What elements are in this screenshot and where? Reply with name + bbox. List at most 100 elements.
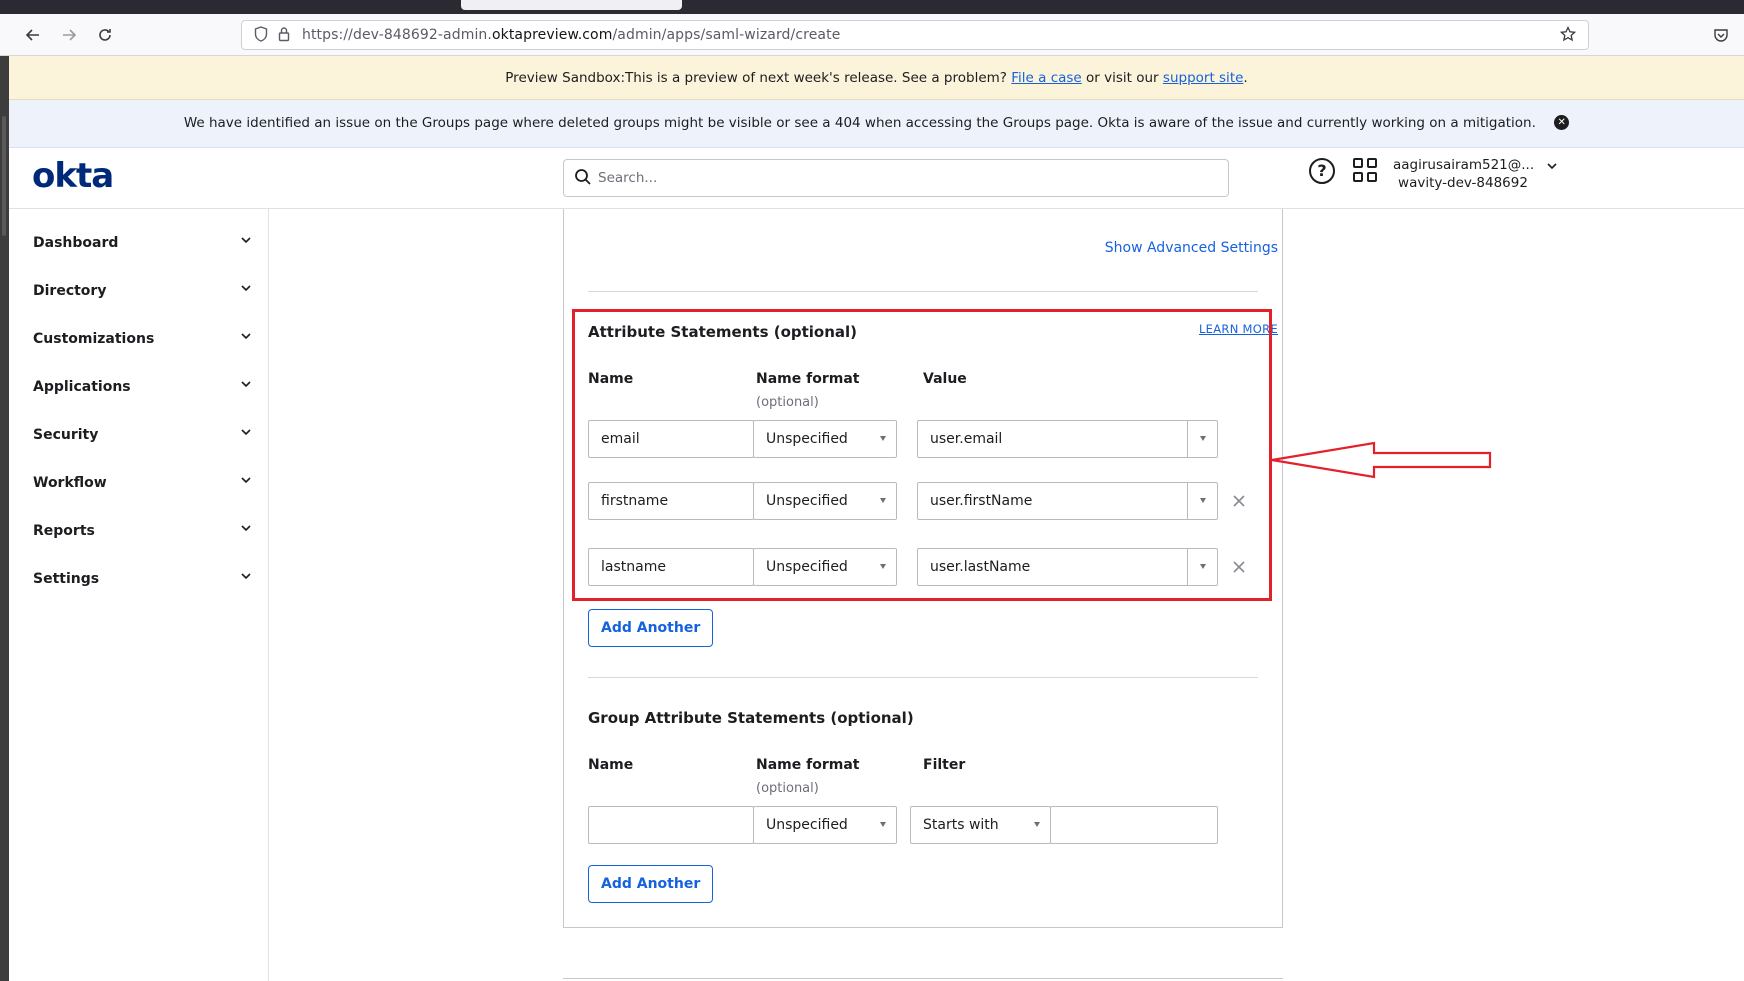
column-header-name: Name (588, 371, 634, 387)
select-value: Unspecified (766, 493, 848, 509)
attribute-name-input[interactable] (588, 482, 754, 520)
chevron-down-icon (241, 381, 251, 388)
chevron-down-icon (241, 429, 251, 436)
sidebar-item-security[interactable]: Security (33, 421, 253, 451)
saml-settings-card: Show Advanced Settings Attribute Stateme… (563, 209, 1283, 928)
attribute-value-combobox[interactable]: user.lastName (917, 548, 1218, 586)
chevron-down-icon (241, 333, 251, 340)
lock-icon[interactable] (278, 26, 290, 46)
column-header-name-format: Name format (756, 371, 860, 387)
column-header-value: Value (923, 371, 967, 387)
sidebar-item-customizations[interactable]: Customizations (33, 325, 253, 355)
user-menu[interactable]: aagirusairam521@... wavity-dev-848692 (1393, 156, 1535, 192)
sidebar-item-label: Security (33, 427, 99, 443)
column-header-optional: (optional) (756, 781, 819, 796)
reload-icon[interactable] (92, 22, 118, 48)
divider (588, 291, 1258, 292)
caret-down-icon (880, 564, 886, 569)
pocket-icon[interactable] (1708, 22, 1734, 48)
sidebar-item-workflow[interactable]: Workflow (33, 469, 253, 499)
back-arrow-icon[interactable] (20, 22, 46, 48)
column-header-filter: Filter (923, 757, 966, 773)
app-header: okta ? aagirusairam521@... wavity-dev-84… (9, 148, 1744, 209)
search-input[interactable] (598, 165, 1198, 191)
combobox-value: user.email (930, 431, 1003, 447)
forward-arrow-icon[interactable] (56, 22, 82, 48)
chevron-down-icon (241, 285, 251, 292)
dropdown-toggle-button[interactable] (1187, 549, 1217, 585)
sidebar-item-applications[interactable]: Applications (33, 373, 253, 403)
preview-banner-middle: or visit our (1086, 70, 1159, 86)
remove-row-icon[interactable] (1232, 494, 1246, 508)
issue-banner: We have identified an issue on the Group… (9, 100, 1744, 148)
file-a-case-link[interactable]: File a case (1011, 70, 1081, 86)
preview-sandbox-banner: Preview Sandbox:This is a preview of nex… (9, 56, 1744, 100)
dropdown-toggle-button[interactable] (1187, 421, 1217, 457)
sidebar-item-label: Applications (33, 379, 131, 395)
combobox-value: user.firstName (930, 493, 1033, 509)
attribute-name-input[interactable] (588, 420, 754, 458)
name-format-select[interactable]: Unspecified (753, 420, 897, 458)
sidebar-item-label: Workflow (33, 475, 107, 491)
divider (588, 677, 1258, 678)
column-header-name: Name (588, 757, 634, 773)
chevron-down-icon (241, 237, 251, 244)
browser-toolbar: https://dev-848692-admin.oktapreview.com… (0, 14, 1744, 56)
search-box[interactable] (563, 159, 1229, 197)
select-value: Unspecified (766, 559, 848, 575)
chevron-down-icon (241, 573, 251, 580)
caret-down-icon (1200, 498, 1206, 503)
chevron-down-icon[interactable] (1546, 160, 1558, 176)
caret-down-icon (1034, 822, 1040, 827)
caret-down-icon (880, 822, 886, 827)
add-another-attribute-button[interactable]: Add Another (588, 609, 714, 647)
user-email: aagirusairam521@... (1393, 157, 1535, 173)
attribute-value-combobox[interactable]: user.firstName (917, 482, 1218, 520)
caret-down-icon (1200, 564, 1206, 569)
browser-active-tab[interactable] (461, 0, 682, 10)
annotation-arrow-icon (1271, 441, 1492, 479)
support-site-link[interactable]: support site (1163, 70, 1244, 86)
select-value: Unspecified (766, 817, 848, 833)
search-icon (575, 169, 591, 185)
close-icon[interactable]: ✕ (1554, 114, 1570, 130)
preview-banner-end: . (1243, 70, 1248, 86)
group-name-format-select[interactable]: Unspecified (753, 806, 897, 844)
remove-row-icon[interactable] (1232, 560, 1246, 574)
attribute-name-input[interactable] (588, 548, 754, 586)
add-another-group-attribute-button[interactable]: Add Another (588, 865, 714, 903)
sidebar-item-reports[interactable]: Reports (33, 517, 253, 547)
okta-logo[interactable]: okta (32, 156, 114, 196)
desktop-edge (0, 56, 9, 981)
chevron-down-icon (241, 477, 251, 484)
column-header-name-format: Name format (756, 757, 860, 773)
chevron-down-icon (241, 525, 251, 532)
select-value: Starts with (923, 817, 999, 833)
name-format-select[interactable]: Unspecified (753, 482, 897, 520)
sidebar-item-directory[interactable]: Directory (33, 277, 253, 307)
sidebar-item-label: Dashboard (33, 235, 119, 251)
sidebar-item-label: Directory (33, 283, 107, 299)
group-attribute-statements-title: Group Attribute Statements (optional) (588, 709, 914, 727)
learn-more-link[interactable]: LEARN MORE (1154, 322, 1278, 336)
filter-value-input[interactable] (1050, 806, 1218, 844)
sidebar: Dashboard Directory Customizations Appli… (9, 209, 269, 981)
filter-type-select[interactable]: Starts with (910, 806, 1051, 844)
sidebar-item-dashboard[interactable]: Dashboard (33, 229, 253, 259)
help-icon[interactable]: ? (1309, 158, 1335, 184)
url-text: https://dev-848692-admin.oktapreview.com… (302, 27, 841, 43)
sidebar-item-label: Reports (33, 523, 95, 539)
attribute-value-combobox[interactable]: user.email (917, 420, 1218, 458)
show-advanced-settings-link[interactable]: Show Advanced Settings (1098, 240, 1278, 256)
group-attribute-name-input[interactable] (588, 806, 754, 844)
bookmark-star-icon[interactable] (1559, 25, 1577, 46)
url-bar[interactable]: https://dev-848692-admin.oktapreview.com… (241, 20, 1589, 50)
issue-banner-text: We have identified an issue on the Group… (183, 115, 1536, 131)
shield-icon[interactable] (254, 26, 268, 46)
name-format-select[interactable]: Unspecified (753, 548, 897, 586)
apps-grid-icon[interactable] (1353, 158, 1379, 184)
sidebar-item-settings[interactable]: Settings (33, 565, 253, 595)
browser-tab-strip (0, 0, 1744, 14)
sidebar-item-label: Customizations (33, 331, 155, 347)
dropdown-toggle-button[interactable] (1187, 483, 1217, 519)
